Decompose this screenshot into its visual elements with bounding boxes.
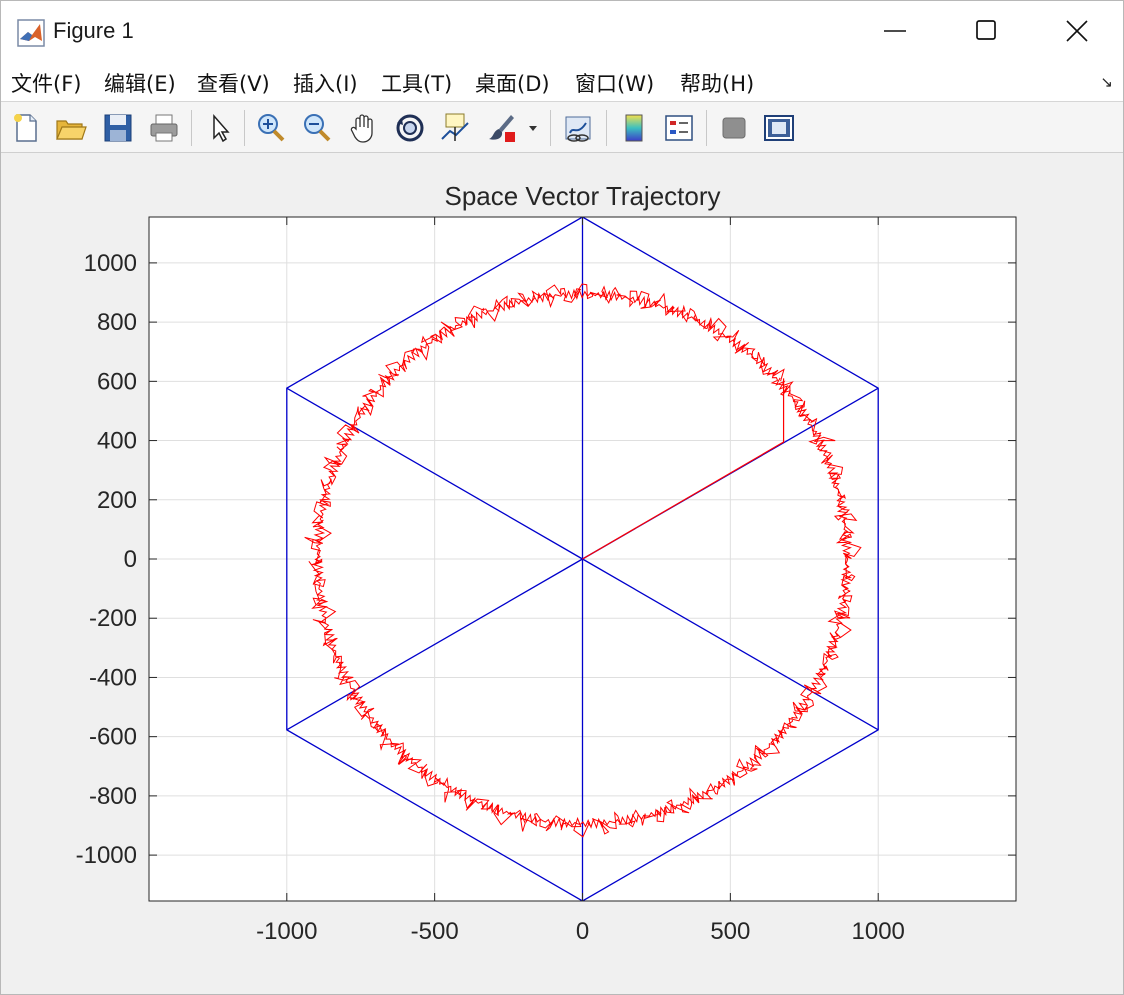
print-icon (150, 114, 178, 142)
toolbar-separator (706, 110, 707, 146)
data-cursor-icon (441, 113, 469, 141)
x-tick-label: -1000 (256, 918, 317, 945)
x-tick-label: 1000 (852, 918, 905, 945)
menu-edit[interactable]: 编辑(E) (104, 68, 176, 98)
open-file-button[interactable] (54, 111, 88, 145)
zoom-in-button[interactable] (254, 111, 288, 145)
show-plot-tools-icon (764, 115, 794, 141)
window-title: Figure 1 (53, 18, 134, 43)
show-plot-tools-button[interactable] (762, 111, 796, 145)
pan-hand-icon (350, 114, 373, 143)
rotate-3d-icon (396, 114, 424, 142)
link-plot-button[interactable] (561, 111, 595, 145)
undock-arrow-icon[interactable]: ↘ (1100, 73, 1113, 91)
minimize-button[interactable] (849, 1, 941, 61)
y-tick-label: 200 (97, 487, 137, 514)
colorbar-button[interactable] (617, 111, 651, 145)
zoom-out-button[interactable] (300, 111, 334, 145)
y-tick-label: 800 (97, 309, 137, 336)
pointer-icon (213, 114, 230, 143)
menu-insert[interactable]: 插入(I) (293, 68, 358, 98)
data-cursor-button[interactable] (438, 111, 472, 145)
print-button[interactable] (147, 111, 181, 145)
menu-window[interactable]: 窗口(W) (575, 68, 654, 98)
rotate-3d-button[interactable] (393, 111, 427, 145)
y-tick-label: -200 (89, 605, 137, 632)
toolbar-separator (606, 110, 607, 146)
new-figure-icon (14, 114, 37, 142)
hide-plot-tools-button[interactable] (717, 111, 751, 145)
x-tick-label: 500 (710, 918, 750, 945)
figure-window: Figure 1 文件(F) 编辑(E) 查看(V) 插入(I) 工具(T) 桌… (0, 0, 1124, 995)
pointer-button[interactable] (203, 111, 237, 145)
zoom-out-icon (304, 114, 331, 142)
matlab-logo-icon (17, 19, 45, 47)
zoom-in-icon (258, 114, 285, 142)
close-button[interactable] (1031, 1, 1123, 61)
menu-tools[interactable]: 工具(T) (381, 68, 452, 98)
pan-button[interactable] (347, 111, 381, 145)
open-file-icon (56, 120, 87, 140)
y-tick-label: -1000 (76, 842, 137, 869)
y-tick-label: 600 (97, 368, 137, 395)
legend-icon (665, 115, 693, 141)
y-tick-label: -600 (89, 724, 137, 751)
toolbar-separator (191, 110, 192, 146)
menu-file[interactable]: 文件(F) (11, 68, 81, 98)
toolbar-separator (244, 110, 245, 146)
menu-bar: 文件(F) 编辑(E) 查看(V) 插入(I) 工具(T) 桌面(D) 窗口(W… (1, 61, 1123, 102)
save-icon (104, 114, 132, 142)
title-bar[interactable]: Figure 1 (1, 1, 1123, 61)
space-vector-chart[interactable]: -1000 -500 0 500 1000 1000 800 600 400 200 0 -200 -4… (1, 153, 1123, 994)
brush-button[interactable] (485, 111, 519, 145)
new-figure-button[interactable] (9, 111, 43, 145)
colorbar-icon (625, 114, 643, 142)
chevron-down-icon (529, 126, 537, 131)
menu-help[interactable]: 帮助(H) (680, 68, 754, 98)
menu-view[interactable]: 查看(V) (197, 68, 270, 98)
brush-icon (489, 115, 515, 142)
minimize-icon (884, 30, 906, 32)
maximize-icon (976, 20, 996, 40)
y-tick-label: 400 (97, 428, 137, 455)
save-button[interactable] (101, 111, 135, 145)
maximize-button[interactable] (941, 1, 1033, 61)
hide-plot-tools-icon (722, 117, 746, 139)
y-tick-label: 1000 (84, 250, 137, 277)
x-tick-label: -500 (411, 918, 459, 945)
close-icon (1066, 20, 1088, 42)
chart-title: Space Vector Trajectory (444, 181, 720, 211)
x-tick-label: 0 (576, 918, 589, 945)
link-plot-icon (565, 116, 591, 142)
y-tick-label: -800 (89, 783, 137, 810)
brush-dropdown-button[interactable] (523, 111, 543, 145)
figure-toolbar (1, 102, 1123, 153)
figure-area: -1000 -500 0 500 1000 1000 800 600 400 200 0 -200 -4… (1, 153, 1123, 994)
legend-button[interactable] (662, 111, 696, 145)
toolbar-separator (550, 110, 551, 146)
y-tick-label: 0 (124, 546, 137, 573)
menu-desktop[interactable]: 桌面(D) (475, 68, 550, 98)
y-tick-label: -400 (89, 664, 137, 691)
